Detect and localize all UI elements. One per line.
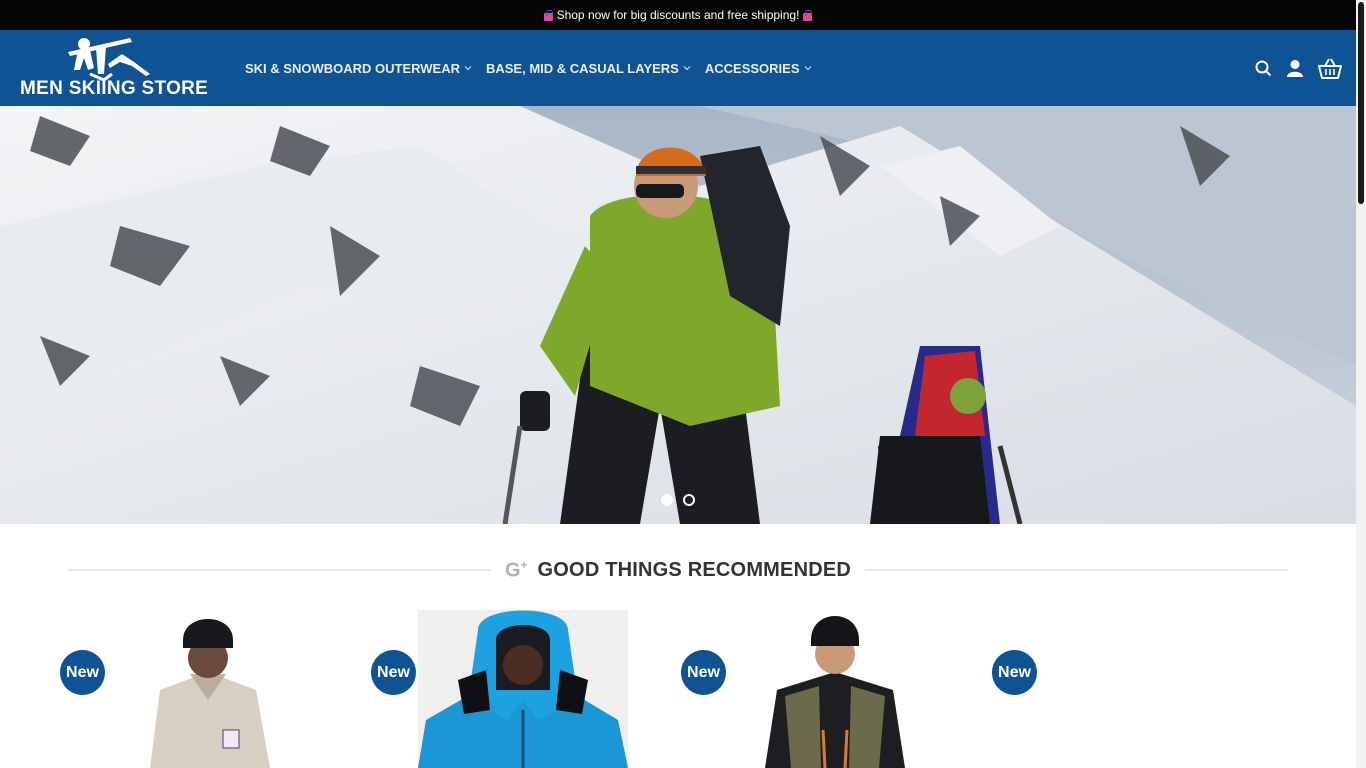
nav-item-label: BASE, MID & CASUAL LAYERS (485, 60, 679, 76)
logo-text: MEN SKIING STORE (20, 78, 209, 99)
basket-icon[interactable] (1318, 57, 1342, 79)
site-logo[interactable]: MEN SKIING STORE (20, 34, 209, 102)
nav-item-label: SKI & SNOWBOARD OUTERWEAR (245, 60, 460, 76)
product-grid: New New New New (0, 610, 1356, 768)
page: Shop now for big discounts and free ship… (0, 0, 1366, 768)
product-card[interactable]: New (992, 610, 1292, 768)
chevron-down-icon (464, 66, 472, 71)
divider (68, 569, 491, 571)
slider-dot[interactable] (683, 494, 695, 506)
hero-slider[interactable] (0, 106, 1356, 524)
header-actions (1255, 30, 1342, 106)
divider (865, 569, 1289, 571)
product-image[interactable] (130, 610, 290, 768)
skier-logo-icon (68, 38, 150, 82)
google-plus-icon: G+ (504, 557, 528, 582)
hero-image (0, 106, 1356, 524)
main-nav: SKI & SNOWBOARD OUTERWEAR BASE, MID & CA… (245, 30, 812, 106)
product-card[interactable]: New (681, 610, 981, 768)
section-heading: G+ GOOD THINGS RECOMMENDED (68, 556, 1289, 584)
new-badge: New (371, 650, 416, 695)
nav-item-accessories[interactable]: ACCESSORIES (705, 61, 812, 76)
product-image[interactable] (418, 610, 628, 768)
product-image[interactable] (755, 610, 915, 768)
new-badge: New (60, 650, 105, 695)
slider-pagination (661, 494, 695, 506)
product-card[interactable]: New (60, 610, 360, 768)
user-icon[interactable] (1286, 59, 1304, 77)
chevron-down-icon (804, 66, 811, 71)
new-badge: New (681, 650, 726, 695)
nav-item-label: ACCESSORIES (704, 60, 800, 76)
chevron-down-icon (683, 66, 691, 71)
section-title-wrap: G+ GOOD THINGS RECOMMENDED (491, 558, 865, 583)
site-header: MEN SKIING STORE SKI & SNOWBOARD OUTERWE… (0, 30, 1356, 106)
slider-dot[interactable] (661, 494, 673, 506)
section-title: GOOD THINGS RECOMMENDED (537, 558, 852, 581)
announcement-text: Shop now for big discounts and free ship… (556, 8, 800, 22)
search-icon[interactable] (1255, 60, 1272, 77)
shopping-bag-icon (543, 9, 554, 21)
announcement-bar: Shop now for big discounts and free ship… (0, 0, 1356, 30)
shopping-bag-icon (802, 9, 813, 21)
scrollbar-thumb[interactable] (1358, 2, 1364, 204)
nav-item-outerwear[interactable]: SKI & SNOWBOARD OUTERWEAR (245, 61, 472, 76)
page-scrollbar[interactable] (1356, 0, 1366, 768)
product-card[interactable]: New (371, 610, 671, 768)
nav-item-layers[interactable]: BASE, MID & CASUAL LAYERS (486, 61, 691, 76)
new-badge: New (992, 650, 1037, 695)
